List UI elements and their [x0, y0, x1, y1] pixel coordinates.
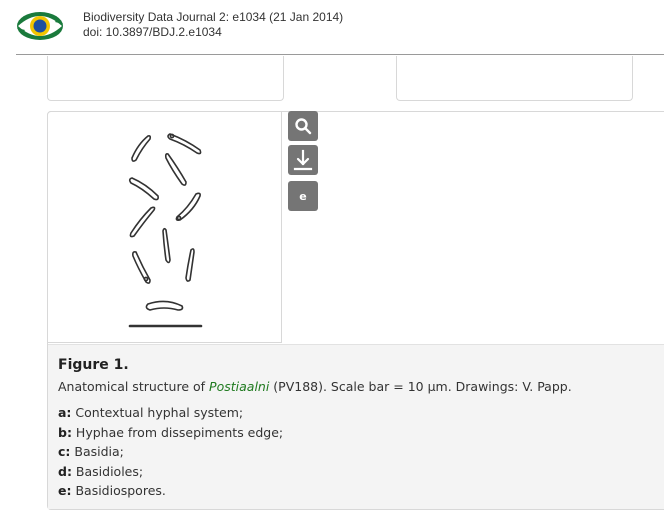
- bdj-eye-logo-icon[interactable]: [16, 8, 64, 44]
- download-button[interactable]: [288, 145, 318, 175]
- part-text: Basidioles;: [71, 463, 144, 479]
- embed-e-button[interactable]: e: [288, 181, 318, 211]
- journal-citation: Biodiversity Data Journal 2: e1034 (21 J…: [83, 10, 344, 24]
- header-divider: [16, 54, 664, 55]
- part-text: Basidiospores.: [71, 483, 166, 498]
- figure-part-item: b: Hyphae from dissepiments edge;: [58, 423, 283, 443]
- description-lead: Anatomical structure of: [58, 379, 210, 394]
- download-arrow-icon: [293, 149, 313, 171]
- figure-caption: Figure 1. Anatomical structure of Postia…: [48, 344, 664, 509]
- part-text: Basidia;: [70, 444, 124, 459]
- figure-part-item: d: Basidioles;: [58, 462, 283, 482]
- part-text: Hyphae from dissepiments edge;: [71, 424, 284, 440]
- embed-e-label: e: [299, 189, 307, 203]
- part-key: b:: [58, 424, 72, 440]
- basidiospores-drawing: [128, 133, 203, 328]
- figure-title: Figure 1.: [58, 357, 129, 373]
- previous-figure-panel-right: [396, 56, 633, 101]
- figure-parts-list: a: Contextual hyphal system; b: Hyphae f…: [58, 403, 283, 501]
- description-tail: (PV188). Scale bar = 10 µm. Drawings: V.…: [269, 379, 572, 394]
- part-key: d:: [58, 463, 72, 479]
- magnifier-icon: [295, 118, 312, 135]
- figure-part-item: a: Contextual hyphal system;: [58, 403, 283, 423]
- figure-part-item: c: Basidia;: [58, 442, 283, 462]
- taxon-name-link[interactable]: Postiaalni: [209, 379, 269, 394]
- figure-part-item: e: Basidiospores.: [58, 481, 283, 501]
- article-header: Biodiversity Data Journal 2: e1034 (21 J…: [0, 0, 664, 54]
- part-text: Contextual hyphal system;: [71, 405, 244, 420]
- part-key: e:: [58, 483, 72, 498]
- part-key: c:: [58, 444, 71, 459]
- part-key: a:: [58, 405, 72, 420]
- previous-figure-panel-left: [47, 56, 284, 101]
- figure-description: Anatomical structure of Postiaalni (PV18…: [58, 379, 572, 394]
- doi-text[interactable]: doi: 10.3897/BDJ.2.e1034: [83, 25, 222, 39]
- zoom-button[interactable]: [288, 111, 318, 141]
